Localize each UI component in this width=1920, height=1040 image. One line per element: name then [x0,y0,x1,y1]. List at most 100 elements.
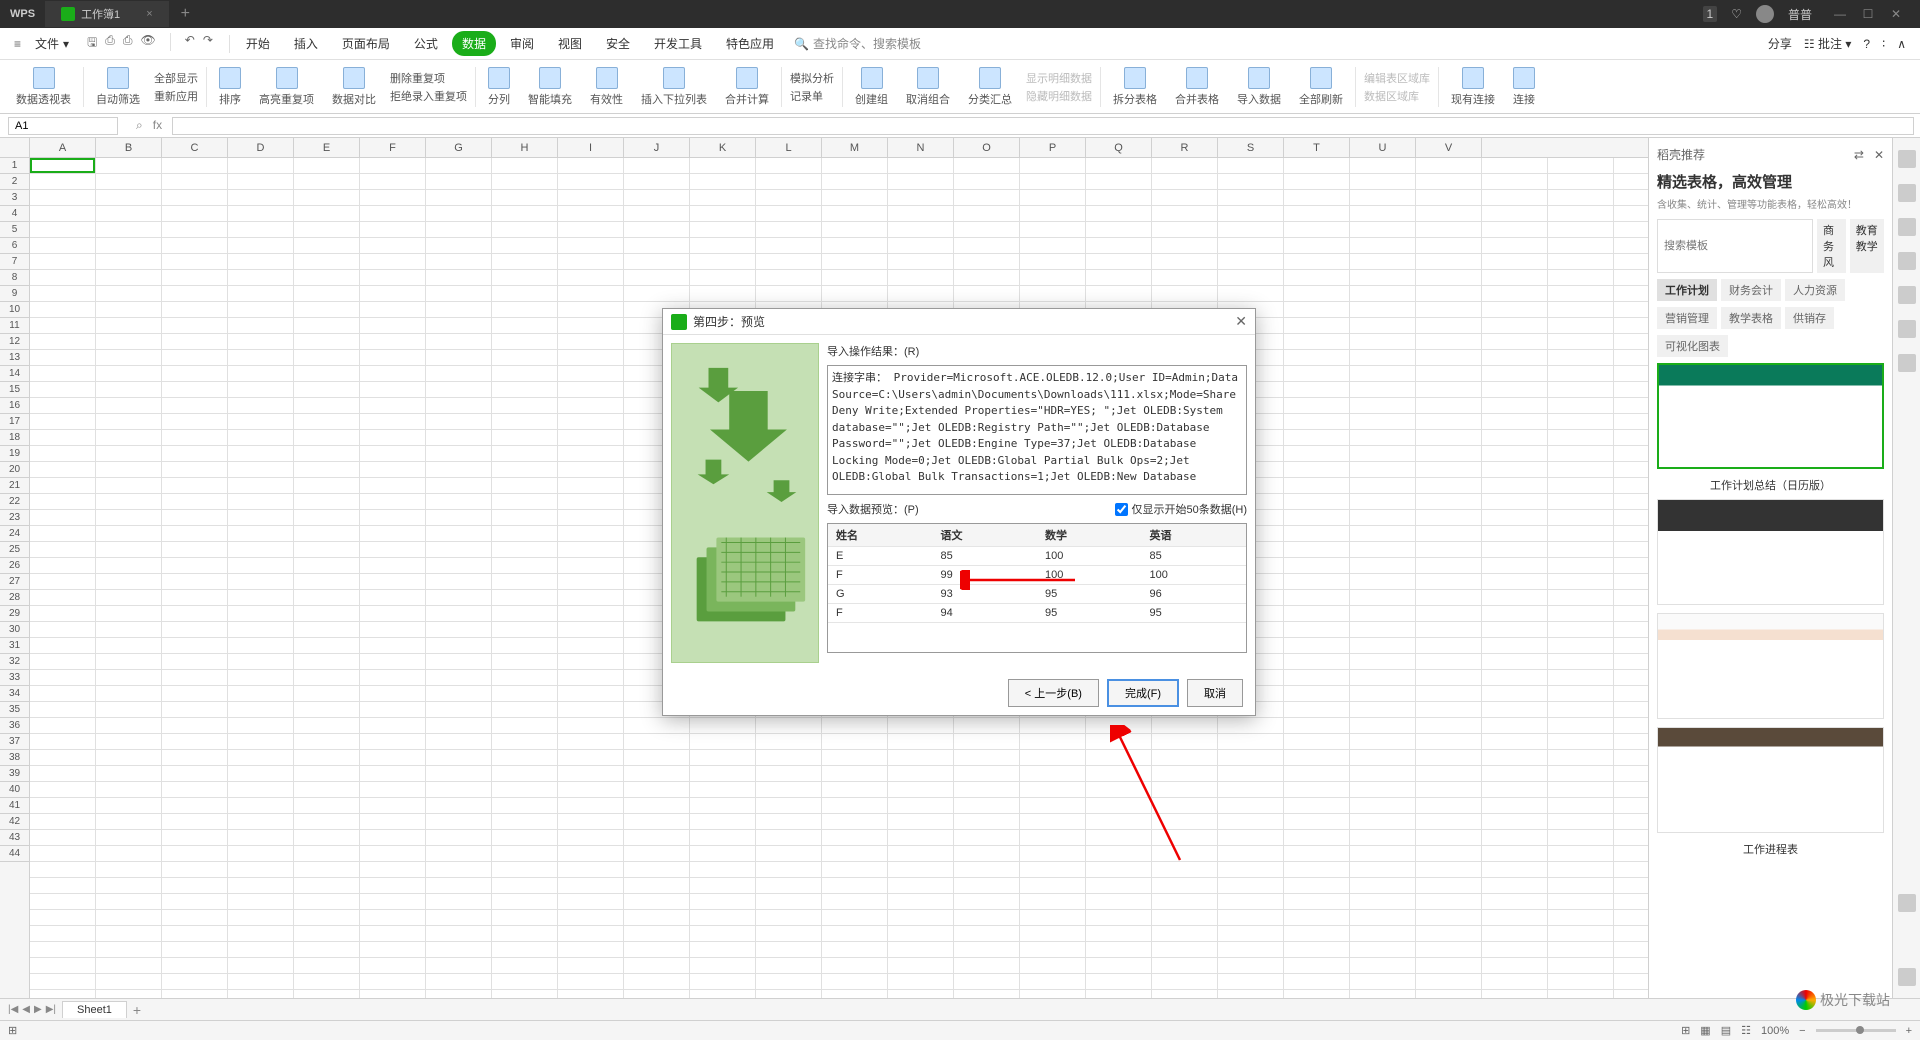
row-header-1[interactable]: 1 [0,158,29,174]
ribbon-高亮重复项[interactable]: 高亮重复项 [251,65,322,109]
menu-tab-0[interactable]: 开始 [236,31,280,56]
ribbon-取消组合[interactable]: 取消组合 [898,65,958,109]
filter-finance[interactable]: 财务会计 [1721,279,1781,301]
undo-icon[interactable]: ↶ [185,33,195,54]
col-header-K[interactable]: K [690,138,756,157]
filter-tab-business[interactable]: 商务风 [1817,219,1846,273]
col-header-O[interactable]: O [954,138,1020,157]
redo-icon[interactable]: ↷ [203,33,213,54]
filter-tool-icon[interactable] [1898,286,1916,304]
row-header-24[interactable]: 24 [0,526,29,542]
note-button[interactable]: ☷ 批注 ▾ [1804,35,1851,52]
help-icon[interactable]: ? [1863,37,1870,51]
row-header-43[interactable]: 43 [0,830,29,846]
filter-teaching[interactable]: 教学表格 [1721,307,1781,329]
row-header-34[interactable]: 34 [0,686,29,702]
row-header-4[interactable]: 4 [0,206,29,222]
col-header-V[interactable]: V [1416,138,1482,157]
row-header-10[interactable]: 10 [0,302,29,318]
menu-tab-8[interactable]: 开发工具 [644,31,712,56]
view-read-icon[interactable]: ☷ [1741,1024,1751,1037]
search-bar[interactable]: 🔍 查找命令、搜索模板 [794,35,921,52]
add-sheet-button[interactable]: + [133,1002,141,1018]
view-normal-icon[interactable]: ⊞ [1681,1024,1690,1037]
ribbon-连接[interactable]: 连接 [1505,65,1543,109]
sheet-nav-prev-icon[interactable]: ◀ [22,1004,30,1015]
col-header-C[interactable]: C [162,138,228,157]
cancel-button[interactable]: 取消 [1187,679,1243,707]
row-header-17[interactable]: 17 [0,414,29,430]
dialog-close-icon[interactable]: ✕ [1235,313,1247,330]
row-header-19[interactable]: 19 [0,446,29,462]
zoom-out-icon[interactable]: − [1799,1025,1805,1037]
col-header-J[interactable]: J [624,138,690,157]
filter-visualization[interactable]: 可视化图表 [1657,335,1728,357]
ribbon-编辑表区域库[interactable]: 编辑表区域库 [1364,70,1430,86]
ribbon-数据对比[interactable]: 数据对比 [324,65,384,109]
col-header-R[interactable]: R [1152,138,1218,157]
ribbon-现有连接[interactable]: 现有连接 [1443,65,1503,109]
collapse-ribbon-icon[interactable]: ∶ [1882,37,1885,51]
row-header-6[interactable]: 6 [0,238,29,254]
col-header-Q[interactable]: Q [1086,138,1152,157]
ribbon-重新应用[interactable]: 重新应用 [154,88,198,104]
menu-tab-2[interactable]: 页面布局 [332,31,400,56]
new-tab-button[interactable]: + [169,5,202,23]
ribbon-全部显示[interactable]: 全部显示 [154,70,198,86]
template-4[interactable] [1657,727,1884,833]
panel-more-icon[interactable]: ⇄ [1854,148,1864,162]
select-tool-icon[interactable] [1898,150,1916,168]
row-header-14[interactable]: 14 [0,366,29,382]
close-tab-icon[interactable]: × [146,8,152,20]
col-header-U[interactable]: U [1350,138,1416,157]
row-header-26[interactable]: 26 [0,558,29,574]
minimize-icon[interactable]: — [1826,7,1854,21]
document-tab[interactable]: 工作簿1 × [45,1,169,27]
ribbon-数据区域库[interactable]: 数据区域库 [1364,88,1430,104]
ribbon-插入下拉列表[interactable]: 插入下拉列表 [633,65,715,109]
ribbon-删除重复项[interactable]: 删除重复项 [390,70,467,86]
row-header-15[interactable]: 15 [0,382,29,398]
row-header-38[interactable]: 38 [0,750,29,766]
row-header-12[interactable]: 12 [0,334,29,350]
chart-tool-icon[interactable] [1898,218,1916,236]
row-header-37[interactable]: 37 [0,734,29,750]
row-header-44[interactable]: 44 [0,846,29,862]
row-header-33[interactable]: 33 [0,670,29,686]
table-row[interactable]: F99100100 [828,566,1246,585]
row-header-40[interactable]: 40 [0,782,29,798]
ribbon-创建组[interactable]: 创建组 [847,65,896,109]
menu-tab-5[interactable]: 审阅 [500,31,544,56]
ribbon-显示明细数据[interactable]: 显示明细数据 [1026,70,1092,86]
form-tool-icon[interactable] [1898,252,1916,270]
col-header-I[interactable]: I [558,138,624,157]
ribbon-有效性[interactable]: 有效性 [582,65,631,109]
row-header-5[interactable]: 5 [0,222,29,238]
ribbon-智能填充[interactable]: 智能填充 [520,65,580,109]
finish-button[interactable]: 完成(F) [1107,679,1179,707]
row-header-29[interactable]: 29 [0,606,29,622]
col-header-T[interactable]: T [1284,138,1350,157]
col-header-A[interactable]: A [30,138,96,157]
col-header-B[interactable]: B [96,138,162,157]
row-header-23[interactable]: 23 [0,510,29,526]
settings-tool-icon[interactable] [1898,354,1916,372]
fx-icon[interactable]: fx [153,118,162,133]
ribbon-分列[interactable]: 分列 [480,65,518,109]
row-header-27[interactable]: 27 [0,574,29,590]
formula-input[interactable] [172,117,1914,135]
row-header-21[interactable]: 21 [0,478,29,494]
col-header-N[interactable]: N [888,138,954,157]
col-header-D[interactable]: D [228,138,294,157]
table-row[interactable]: F949595 [828,604,1246,623]
filter-marketing[interactable]: 营销管理 [1657,307,1717,329]
ribbon-自动筛选[interactable]: 自动筛选 [88,65,148,109]
col-header-S[interactable]: S [1218,138,1284,157]
template-3[interactable] [1657,613,1884,719]
ribbon-拒绝录入重复项[interactable]: 拒绝录入重复项 [390,88,467,104]
file-menu[interactable]: 文件 ▾ [27,32,77,55]
menu-tab-6[interactable]: 视图 [548,31,592,56]
filter-hr[interactable]: 人力资源 [1785,279,1845,301]
template-2[interactable] [1657,499,1884,605]
row-header-3[interactable]: 3 [0,190,29,206]
